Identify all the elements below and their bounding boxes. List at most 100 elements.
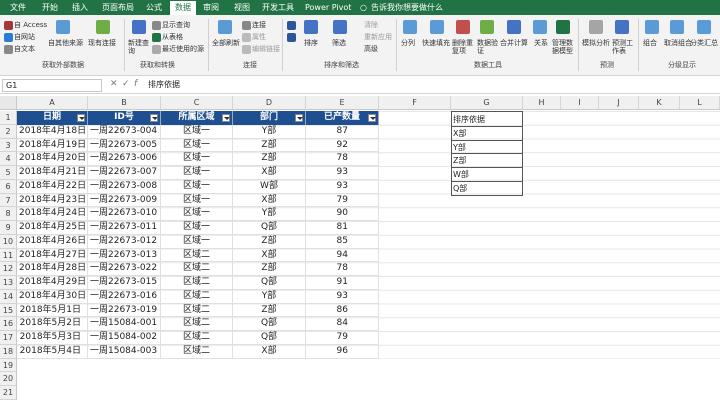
- table-cell[interactable]: 78: [306, 262, 379, 277]
- function-icon[interactable]: f: [134, 79, 137, 89]
- table-cell[interactable]: 91: [306, 276, 379, 290]
- table-cell[interactable]: 区域一: [161, 138, 233, 153]
- table-cell[interactable]: Q部: [233, 317, 306, 332]
- sort-list-cell[interactable]: 排序依据: [451, 111, 523, 127]
- table-header-cell[interactable]: 已产数量: [306, 111, 379, 125]
- row-header[interactable]: 18: [0, 344, 17, 359]
- table-cell[interactable]: 79: [306, 193, 379, 208]
- table-cell[interactable]: 81: [306, 221, 379, 235]
- table-cell[interactable]: 2018年4月26日: [17, 234, 88, 249]
- tab-home[interactable]: 开始: [42, 2, 58, 13]
- table-cell[interactable]: 2018年4月19日: [17, 138, 88, 153]
- table-cell[interactable]: 一周22673-015: [88, 276, 161, 290]
- table-cell[interactable]: 区域二: [161, 344, 233, 359]
- column-header-f[interactable]: F: [379, 96, 451, 110]
- forecast-sheet-button[interactable]: 预测工作表: [612, 39, 634, 55]
- row-header[interactable]: 21: [0, 386, 17, 400]
- ungroup-button[interactable]: 取消组合: [664, 39, 692, 48]
- cancel-icon[interactable]: ✕: [110, 79, 118, 89]
- table-cell[interactable]: 85: [306, 234, 379, 249]
- column-header-a[interactable]: A: [17, 96, 88, 110]
- table-cell[interactable]: 区域一: [161, 152, 233, 167]
- remove-duplicates-button[interactable]: 删除重复项: [452, 39, 474, 55]
- sort-list-cell[interactable]: X部: [451, 126, 523, 141]
- new-query-button[interactable]: 新建查询: [128, 39, 150, 55]
- select-all-corner[interactable]: [0, 96, 17, 110]
- filter-dropdown-icon[interactable]: [77, 114, 85, 122]
- table-cell[interactable]: 一周22673-019: [88, 303, 161, 318]
- refresh-all-button[interactable]: 全部刷新: [212, 39, 240, 48]
- table-cell[interactable]: 2018年5月4日: [17, 344, 88, 359]
- column-header-k[interactable]: K: [639, 96, 680, 110]
- table-cell[interactable]: 2018年4月20日: [17, 152, 88, 167]
- table-cell[interactable]: X部: [233, 248, 306, 263]
- table-cell[interactable]: 84: [306, 317, 379, 332]
- table-cell[interactable]: 区域二: [161, 248, 233, 263]
- table-cell[interactable]: 一周22673-006: [88, 152, 161, 167]
- table-header-cell[interactable]: 所属区域: [161, 111, 233, 125]
- row-header[interactable]: 2: [0, 124, 17, 139]
- table-cell[interactable]: 区域二: [161, 317, 233, 332]
- column-header-i[interactable]: I: [561, 96, 599, 110]
- table-cell[interactable]: 一周22673-022: [88, 262, 161, 277]
- table-cell[interactable]: 区域一: [161, 124, 233, 139]
- tell-me-icon[interactable]: ○: [360, 2, 367, 13]
- table-cell[interactable]: 一周22673-005: [88, 138, 161, 153]
- tab-file[interactable]: 文件: [10, 2, 26, 13]
- tab-page-layout[interactable]: 页面布局: [102, 2, 134, 13]
- name-box[interactable]: G1: [2, 79, 102, 92]
- table-cell[interactable]: Y部: [233, 289, 306, 304]
- table-cell[interactable]: 区域一: [161, 193, 233, 208]
- enter-icon[interactable]: ✓: [122, 79, 130, 89]
- filter-dropdown-icon[interactable]: [295, 114, 303, 122]
- table-cell[interactable]: 2018年4月24日: [17, 207, 88, 222]
- row-header[interactable]: 17: [0, 331, 17, 345]
- table-cell[interactable]: 区域一: [161, 221, 233, 235]
- table-cell[interactable]: 一周22673-004: [88, 124, 161, 139]
- table-header-cell[interactable]: ID号: [88, 111, 161, 125]
- sort-list-cell[interactable]: Y部: [451, 140, 523, 155]
- formula-input[interactable]: 排序依据: [148, 79, 180, 90]
- table-cell[interactable]: 区域二: [161, 331, 233, 345]
- from-table-button[interactable]: 从表格: [162, 33, 183, 42]
- table-cell[interactable]: Q部: [233, 276, 306, 290]
- column-header-e[interactable]: E: [306, 96, 379, 110]
- table-cell[interactable]: 区域二: [161, 289, 233, 304]
- tab-data[interactable]: 数据: [170, 1, 196, 15]
- column-header-d[interactable]: D: [233, 96, 306, 110]
- table-cell[interactable]: 87: [306, 124, 379, 139]
- properties-button[interactable]: 属性: [252, 33, 266, 42]
- table-cell[interactable]: 92: [306, 138, 379, 153]
- row-header[interactable]: 19: [0, 358, 17, 373]
- row-header[interactable]: 6: [0, 179, 17, 194]
- row-header[interactable]: 7: [0, 193, 17, 208]
- table-cell[interactable]: 2018年4月25日: [17, 221, 88, 235]
- row-header[interactable]: 13: [0, 276, 17, 290]
- table-cell[interactable]: 一周22673-008: [88, 179, 161, 194]
- tab-power-pivot[interactable]: Power Pivot: [305, 2, 351, 13]
- consolidate-button[interactable]: 合并计算: [500, 39, 528, 48]
- table-cell[interactable]: 区域二: [161, 303, 233, 318]
- manage-data-model-button[interactable]: 管理数据模型: [552, 39, 576, 55]
- row-header[interactable]: 11: [0, 248, 17, 263]
- table-cell[interactable]: 90: [306, 207, 379, 222]
- reapply-button[interactable]: 重新应用: [364, 33, 392, 42]
- table-cell[interactable]: Z部: [233, 138, 306, 153]
- table-cell[interactable]: 区域一: [161, 166, 233, 180]
- table-cell[interactable]: 一周22673-007: [88, 166, 161, 180]
- table-cell[interactable]: Q部: [233, 331, 306, 345]
- connections-button[interactable]: 连接: [252, 21, 266, 30]
- row-header[interactable]: 3: [0, 138, 17, 153]
- other-sources-button[interactable]: 自其他来源: [48, 39, 83, 48]
- recent-sources-button[interactable]: 最近使用的源: [162, 45, 204, 54]
- row-header[interactable]: 4: [0, 152, 17, 167]
- table-cell[interactable]: 79: [306, 331, 379, 345]
- flash-fill-button[interactable]: 快速填充: [422, 39, 450, 48]
- table-cell[interactable]: 2018年4月28日: [17, 262, 88, 277]
- row-header[interactable]: 14: [0, 289, 17, 304]
- table-cell[interactable]: X部: [233, 193, 306, 208]
- table-cell[interactable]: Z部: [233, 303, 306, 318]
- table-cell[interactable]: 区域二: [161, 276, 233, 290]
- table-cell[interactable]: 78: [306, 152, 379, 167]
- table-cell[interactable]: 一周22673-009: [88, 193, 161, 208]
